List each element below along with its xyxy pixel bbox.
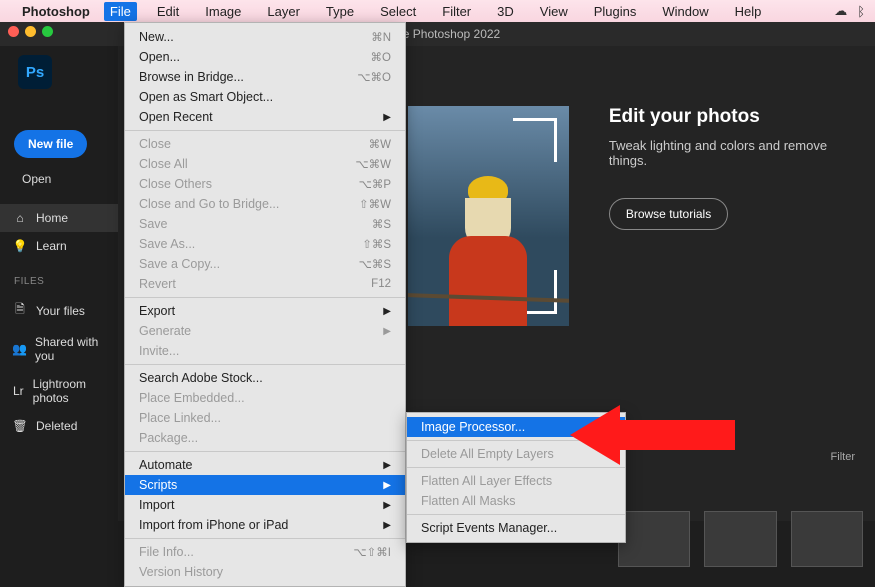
menu-window[interactable]: Window [656, 2, 714, 21]
sidebar-home-label: Home [36, 211, 68, 225]
menu-plugins[interactable]: Plugins [588, 2, 643, 21]
menu-help[interactable]: Help [729, 2, 768, 21]
sidebar-deleted-label: Deleted [36, 419, 77, 433]
menu-place-embedded: Place Embedded... [125, 388, 405, 408]
submenu-arrow-icon: ▶ [383, 460, 391, 471]
window-zoom-button[interactable] [42, 26, 53, 37]
window-controls [8, 26, 53, 37]
hero-subtitle: Tweak lighting and colors and remove thi… [609, 138, 855, 168]
menu-invite: Invite... [125, 341, 405, 361]
learn-icon: 💡 [12, 239, 28, 253]
submenu-arrow-icon: ▶ [383, 326, 391, 337]
menu-automate[interactable]: Automate▶ [125, 455, 405, 475]
menu-package: Package... [125, 428, 405, 448]
bluetooth-icon[interactable]: ᛒ [857, 4, 865, 19]
menu-close-others: Close Others⌥⌘P [125, 174, 405, 194]
submenu-arrow-icon: ▶ [383, 112, 391, 123]
menu-open-smart[interactable]: Open as Smart Object... [125, 87, 405, 107]
hero-title: Edit your photos [609, 106, 855, 128]
menu-import-iphone[interactable]: Import from iPhone or iPad▶ [125, 515, 405, 535]
sidebar-item-yourfiles[interactable]: 🗎 Your files [0, 293, 118, 328]
menu-close-all: Close All⌥⌘W [125, 154, 405, 174]
sidebar-learn-label: Learn [36, 239, 67, 253]
mac-menubar: Photoshop File Edit Image Layer Type Sel… [0, 0, 875, 22]
sidebar-lightroom-label: Lightroom photos [33, 377, 106, 405]
filter-label[interactable]: Filter [831, 451, 855, 463]
menu-close-bridge: Close and Go to Bridge...⇧⌘W [125, 194, 405, 214]
menu-generate: Generate▶ [125, 321, 405, 341]
app-name[interactable]: Photoshop [22, 4, 90, 19]
sidebar-yourfiles-label: Your files [36, 304, 85, 318]
scripts-submenu: Image Processor... Delete All Empty Laye… [406, 412, 626, 543]
sidebar-item-deleted[interactable]: 🗑 Deleted [0, 412, 118, 440]
sidebar-item-home[interactable]: ⌂ Home [0, 204, 118, 232]
menu-3d[interactable]: 3D [491, 2, 520, 21]
file-icon: 🗎 [12, 300, 28, 321]
submenu-image-processor[interactable]: Image Processor... [407, 417, 625, 437]
menu-type[interactable]: Type [320, 2, 360, 21]
window-minimize-button[interactable] [25, 26, 36, 37]
menu-select[interactable]: Select [374, 2, 422, 21]
menu-version-history: Version History [125, 562, 405, 582]
files-section-label: FILES [14, 276, 118, 287]
recent-thumb[interactable] [618, 511, 690, 567]
new-file-button[interactable]: New file [14, 130, 87, 158]
photoshop-logo: Ps [18, 55, 52, 89]
submenu-script-events[interactable]: Script Events Manager... [407, 518, 625, 538]
sidebar-item-lightroom[interactable]: Lr Lightroom photos [0, 370, 118, 412]
menu-import[interactable]: Import▶ [125, 495, 405, 515]
menu-view[interactable]: View [534, 2, 574, 21]
menu-layer[interactable]: Layer [261, 2, 306, 21]
home-sidebar: New file Open ⌂ Home 💡 Learn FILES 🗎 You… [0, 100, 118, 521]
hero-panel: Edit your photos Tweak lighting and colo… [408, 106, 855, 366]
recent-thumbnails [618, 511, 863, 567]
submenu-delete-empty: Delete All Empty Layers [407, 444, 625, 464]
menu-export[interactable]: Export▶ [125, 301, 405, 321]
menu-scripts[interactable]: Scripts▶ [125, 475, 405, 495]
sidebar-item-learn[interactable]: 💡 Learn [0, 232, 118, 260]
lightroom-icon: Lr [12, 384, 25, 398]
submenu-arrow-icon: ▶ [383, 500, 391, 511]
menu-open[interactable]: Open...⌘O [125, 47, 405, 67]
recent-thumb[interactable] [704, 511, 776, 567]
browse-tutorials-button[interactable]: Browse tutorials [609, 198, 728, 230]
trash-icon: 🗑 [12, 419, 28, 433]
menu-open-recent[interactable]: Open Recent▶ [125, 107, 405, 127]
sidebar-item-shared[interactable]: 👥 Shared with you [0, 328, 118, 370]
menu-save-as: Save As...⇧⌘S [125, 234, 405, 254]
shared-icon: 👥 [12, 342, 27, 356]
cloud-sync-icon[interactable]: ☁︎ [834, 3, 847, 19]
menu-file-info: File Info...⌥⇧⌘I [125, 542, 405, 562]
menu-file[interactable]: File [104, 2, 137, 21]
menu-search-stock[interactable]: Search Adobe Stock... [125, 368, 405, 388]
submenu-arrow-icon: ▶ [383, 520, 391, 531]
submenu-arrow-icon: ▶ [383, 306, 391, 317]
submenu-flatten-masks: Flatten All Masks [407, 491, 625, 511]
menu-save-copy: Save a Copy...⌥⌘S [125, 254, 405, 274]
open-button[interactable]: Open [22, 172, 118, 186]
menu-edit[interactable]: Edit [151, 2, 185, 21]
submenu-flatten-effects: Flatten All Layer Effects [407, 471, 625, 491]
menu-filter[interactable]: Filter [436, 2, 477, 21]
menu-save: Save⌘S [125, 214, 405, 234]
menu-close: Close⌘W [125, 134, 405, 154]
menu-new[interactable]: New...⌘N [125, 27, 405, 47]
recent-thumb[interactable] [791, 511, 863, 567]
submenu-arrow-icon: ▶ [383, 480, 391, 491]
menubar-status-icons: ☁︎ ᛒ [834, 3, 865, 19]
sidebar-shared-label: Shared with you [35, 335, 106, 363]
file-menu-dropdown: New...⌘N Open...⌘O Browse in Bridge...⌥⌘… [124, 22, 406, 587]
crop-corner-tr-icon [513, 118, 557, 162]
window-close-button[interactable] [8, 26, 19, 37]
menu-revert: RevertF12 [125, 274, 405, 294]
menu-image[interactable]: Image [199, 2, 247, 21]
menu-place-linked: Place Linked... [125, 408, 405, 428]
home-icon: ⌂ [12, 211, 28, 225]
hero-image [408, 106, 569, 326]
menu-browse-bridge[interactable]: Browse in Bridge...⌥⌘O [125, 67, 405, 87]
hero-person-figure [443, 176, 533, 326]
